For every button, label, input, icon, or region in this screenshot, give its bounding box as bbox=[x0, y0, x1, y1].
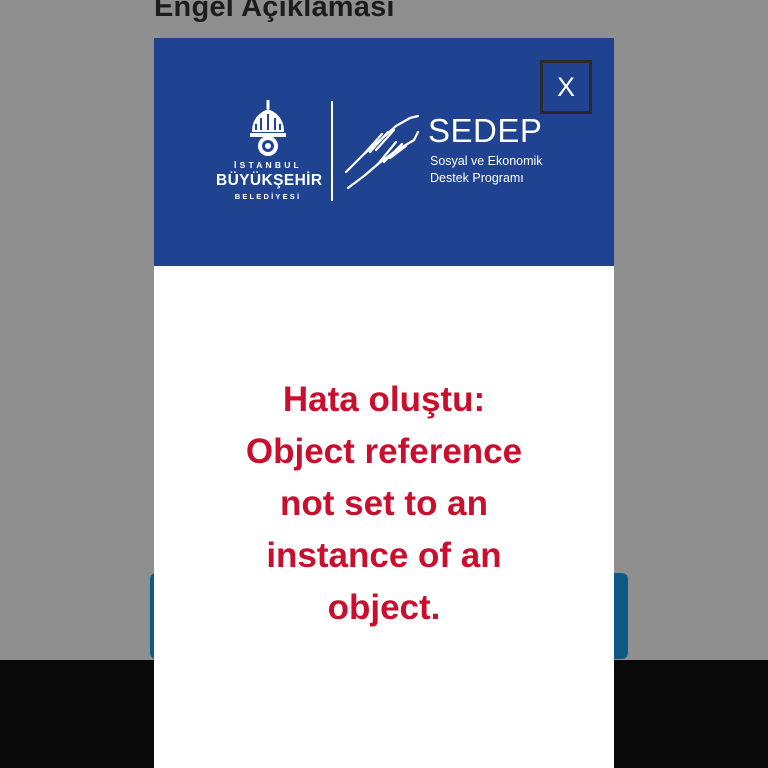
sedep-subtitle-line-1: Sosyal ve Ekonomik bbox=[430, 154, 543, 168]
logo-divider bbox=[331, 101, 333, 201]
error-message: Hata oluştu: Object reference not set to… bbox=[245, 380, 523, 627]
error-modal: İSTANBUL BÜYÜKŞEHİR BELEDİYESİ SEDEP Sos… bbox=[154, 38, 614, 768]
ibb-logo-line-3: BELEDİYESİ bbox=[234, 192, 302, 201]
helping-hands-icon bbox=[344, 114, 420, 190]
ibb-emblem-icon bbox=[250, 100, 286, 156]
ibb-logo: İSTANBUL BÜYÜKŞEHİR BELEDİYESİ bbox=[216, 100, 323, 210]
modal-header: İSTANBUL BÜYÜKŞEHİR BELEDİYESİ SEDEP Sos… bbox=[154, 38, 614, 266]
ibb-logo-line-1: İSTANBUL bbox=[234, 160, 302, 170]
sedep-subtitle-line-2: Destek Programı bbox=[430, 171, 524, 185]
background-page-title: Engel Açıklaması bbox=[154, 0, 395, 23]
ibb-logo-line-2: BÜYÜKŞEHİR bbox=[216, 172, 323, 189]
close-button[interactable]: X bbox=[540, 60, 592, 114]
sedep-title: SEDEP bbox=[428, 112, 543, 149]
